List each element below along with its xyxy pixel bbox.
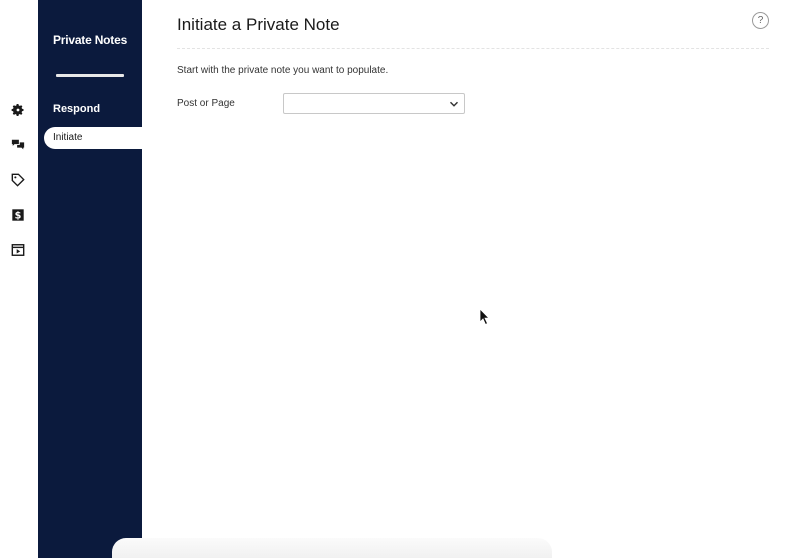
main-content: Initiate a Private Note ? Start with the… [142, 0, 800, 558]
dollar-icon[interactable]: $ [10, 207, 26, 223]
chevron-down-icon [449, 101, 459, 107]
play-box-icon[interactable] [10, 242, 26, 258]
mouse-cursor-icon [479, 308, 490, 326]
sidebar: Private Notes Respond Initiate [38, 0, 142, 558]
intro-text: Start with the private note you want to … [177, 65, 389, 76]
sidebar-item-initiate[interactable]: Initiate [44, 127, 142, 149]
gear-icon[interactable] [10, 102, 26, 118]
sidebar-divider [56, 74, 124, 77]
post-or-page-label: Post or Page [177, 98, 235, 109]
page-title: Initiate a Private Note [177, 15, 340, 34]
header-divider [177, 48, 769, 49]
svg-text:$: $ [15, 211, 22, 222]
sidebar-section-respond[interactable]: Respond [53, 103, 100, 115]
icon-rail: $ [0, 0, 38, 558]
sidebar-title: Private Notes [52, 33, 128, 47]
bottom-panel-edge [112, 538, 552, 558]
tag-icon[interactable] [10, 172, 26, 188]
chat-icon[interactable] [10, 137, 26, 153]
help-button[interactable]: ? [752, 12, 769, 29]
post-or-page-select[interactable] [283, 93, 465, 114]
